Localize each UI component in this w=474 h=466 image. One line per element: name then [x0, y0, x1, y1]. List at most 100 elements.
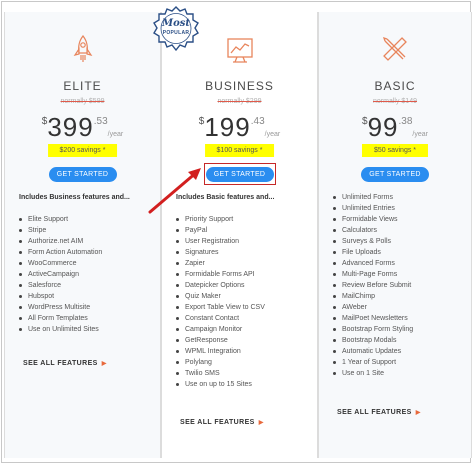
price: $199.43/year	[162, 112, 317, 142]
feature-label: Elite Support	[28, 216, 69, 223]
feature-item: Formidable Forms API	[176, 269, 265, 280]
feature-item: Elite Support	[19, 214, 102, 225]
get-started-button[interactable]: GET STARTED	[48, 167, 117, 182]
bullet-icon	[176, 349, 179, 353]
feature-label: GetResponse	[185, 337, 228, 344]
bullet-icon	[176, 316, 179, 320]
original-price: normally $149	[373, 98, 417, 105]
feature-item: Authorize.net AIM	[19, 236, 102, 247]
feature-label: Signatures	[185, 249, 219, 256]
bullet-icon	[333, 349, 336, 353]
feature-label: Formidable Views	[342, 216, 398, 223]
bullet-icon	[333, 338, 336, 342]
bullet-icon	[333, 283, 336, 287]
currency-symbol: $	[198, 116, 205, 127]
feature-label: MailChimp	[342, 293, 376, 300]
price-amount: 99	[367, 112, 399, 142]
feature-item: WPML Integration	[176, 346, 265, 357]
feature-label: 1 Year of Support	[342, 359, 397, 366]
currency-symbol: $	[41, 116, 48, 127]
price-period: /year	[264, 131, 281, 138]
bullet-icon	[333, 250, 336, 254]
feature-item: Export Table View to CSV	[176, 302, 265, 313]
feature-label: PayPal	[185, 227, 208, 234]
feature-label: Bootstrap Modals	[342, 337, 397, 344]
feature-item: Use on up to 15 Sites	[176, 379, 265, 390]
feature-list: Priority Support PayPal User Registration S…	[176, 214, 265, 390]
feature-item: MailChimp	[333, 291, 413, 302]
feature-item: Calculators	[333, 225, 413, 236]
bullet-icon	[333, 360, 336, 364]
see-all-features-link[interactable]: SEE ALL FEATURES ▶	[23, 360, 107, 367]
feature-label: Polylang	[185, 359, 212, 366]
bullet-icon	[176, 360, 179, 364]
bullet-icon	[19, 294, 22, 298]
see-all-label: SEE ALL FEATURES	[180, 419, 255, 426]
feature-item: Advanced Forms	[333, 258, 413, 269]
feature-label: User Registration	[185, 238, 240, 245]
original-price: normally $299	[217, 98, 262, 105]
plan-card-basic: BASIC normally $149 $99.38/year $50 savi…	[318, 12, 472, 458]
feature-item: MailPoet Newsletters	[333, 313, 413, 324]
feature-label: Formidable Forms API	[185, 271, 255, 278]
bullet-icon	[176, 338, 179, 342]
feature-label: Multi-Page Forms	[342, 271, 398, 278]
bullet-icon	[176, 305, 179, 309]
feature-label: Use on up to 15 Sites	[185, 381, 252, 388]
rocket-icon	[73, 34, 92, 62]
see-all-label: SEE ALL FEATURES	[337, 409, 412, 416]
feature-item: Unlimited Forms	[333, 192, 413, 203]
bullet-icon	[19, 316, 22, 320]
bullet-icon	[333, 294, 336, 298]
bullet-icon	[333, 261, 336, 265]
feature-label: Twilio SMS	[185, 370, 220, 377]
feature-label: Advanced Forms	[342, 260, 395, 267]
feature-item: Polylang	[176, 357, 265, 368]
feature-label: Bootstrap Form Styling	[342, 326, 414, 333]
feature-item: User Registration	[176, 236, 265, 247]
see-all-features-link[interactable]: SEE ALL FEATURES ▶	[337, 409, 421, 416]
feature-item: Surveys & Polls	[333, 236, 413, 247]
currency-symbol: $	[362, 116, 368, 127]
savings-badge: $100 savings *	[204, 144, 275, 157]
feature-item: WordPress Multisite	[19, 302, 102, 313]
feature-item: ActiveCampaign	[19, 269, 102, 280]
feature-label: Authorize.net AIM	[28, 238, 84, 245]
chart-icon	[226, 38, 253, 63]
price-amount: 199	[204, 112, 251, 142]
feature-list: Elite Support Stripe Authorize.net AIM Form…	[19, 214, 102, 335]
bullet-icon	[19, 305, 22, 309]
bullet-icon	[333, 206, 336, 210]
bullet-icon	[176, 261, 179, 265]
annotation-arrow-icon	[148, 168, 201, 214]
plan-card-elite: ELITE normally $599 $399.53/year $200 sa…	[4, 12, 161, 458]
pencil-ruler-icon	[382, 36, 407, 61]
feature-label: Salesforce	[28, 282, 62, 289]
price-cents: .53	[93, 116, 108, 127]
feature-item: Bootstrap Form Styling	[333, 324, 413, 335]
bullet-icon	[333, 371, 336, 375]
bullet-icon	[333, 316, 336, 320]
feature-item: Form Action Automation	[19, 247, 102, 258]
feature-item: Use on Unlimited Sites	[19, 324, 102, 335]
feature-item: Formidable Views	[333, 214, 413, 225]
savings-badge: $200 savings *	[47, 144, 118, 157]
bullet-icon	[19, 283, 22, 287]
bullet-icon	[176, 382, 179, 386]
feature-label: Calculators	[342, 227, 378, 234]
caret-right-icon: ▶	[101, 361, 107, 367]
feature-item: Multi-Page Forms	[333, 269, 413, 280]
feature-label: MailPoet Newsletters	[342, 315, 408, 322]
price-cents: .38	[398, 116, 413, 127]
feature-label: Form Action Automation	[28, 249, 103, 256]
get-started-button[interactable]: GET STARTED	[205, 167, 274, 182]
caret-right-icon: ▶	[415, 410, 421, 416]
seal-text-popular: POPULAR	[162, 30, 190, 36]
bullet-icon	[176, 294, 179, 298]
get-started-button[interactable]: GET STARTED	[361, 167, 429, 182]
feature-label: AWeber	[342, 304, 367, 311]
feature-label: Hubspot	[28, 293, 55, 300]
see-all-features-link[interactable]: SEE ALL FEATURES ▶	[180, 419, 264, 426]
feature-label: WordPress Multisite	[28, 304, 91, 311]
feature-item: Constant Contact	[176, 313, 265, 324]
